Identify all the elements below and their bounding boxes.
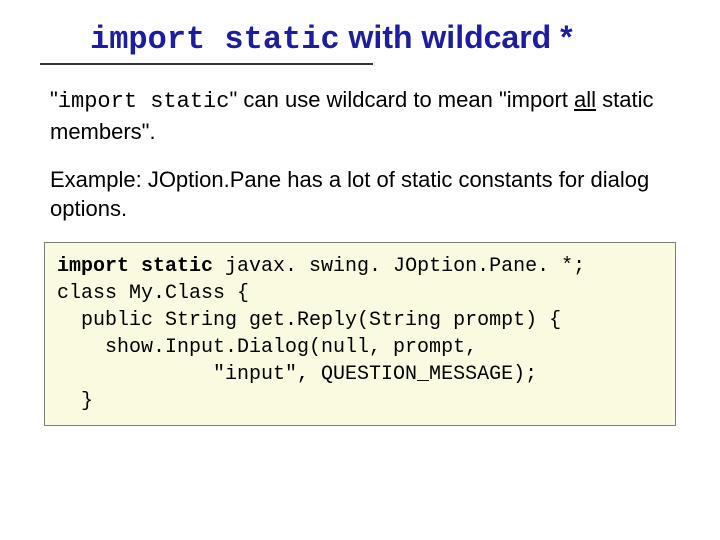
title-text-part: with wildcard * [340,19,573,55]
code-line3: public String get.Reply(String prompt) { [57,309,561,332]
code-example: import static javax. swing. JOption.Pane… [44,242,676,426]
code-line5: "input", QUESTION_MESSAGE); [57,363,537,386]
title-underline [40,63,373,65]
title-code-part: import static [90,21,340,58]
code-line1-rest: javax. swing. JOption.Pane. *; [213,255,585,278]
code-line2: class My.Class { [57,282,249,305]
p1-quote-open: " [50,87,58,112]
code-line1-bold: import static [57,255,213,278]
paragraph-2: Example: JOption.Pane has a lot of stati… [50,165,670,224]
title-block: import static with wildcard * [40,20,680,65]
p1-code: import static [58,89,230,114]
code-line4: show.Input.Dialog(null, prompt, [57,336,477,359]
p1-underline: all [574,87,596,112]
paragraph-1: "import static" can use wildcard to mean… [50,85,670,146]
code-line6: } [57,390,93,413]
p1-after-mono: " can use wildcard to mean "import [229,87,574,112]
slide: import static with wildcard * "import st… [0,0,720,456]
slide-title: import static with wildcard * [90,20,680,57]
